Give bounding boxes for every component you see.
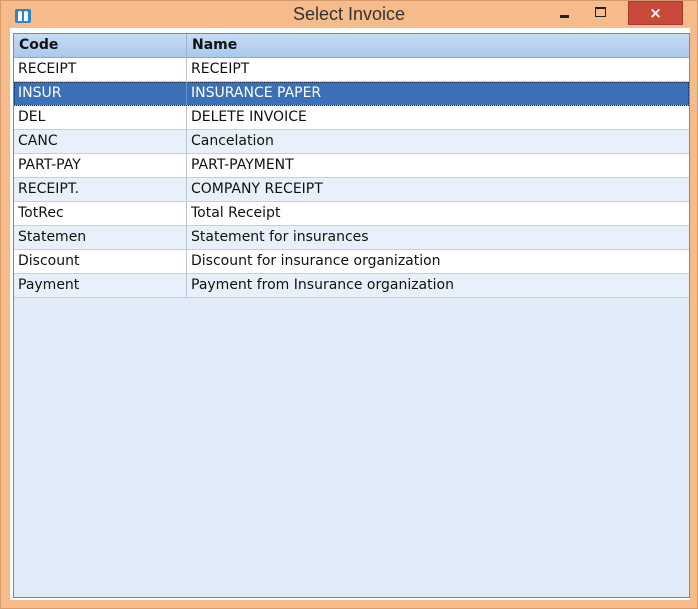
select-invoice-window: Select Invoice × Code Name RECEIPT RECEIP… (0, 0, 698, 609)
cell-code: CANC (14, 130, 187, 153)
cell-code: PART-PAY (14, 154, 187, 177)
maximize-button[interactable] (588, 1, 614, 23)
cell-name: COMPANY RECEIPT (191, 181, 323, 197)
column-header-code[interactable]: Code (14, 34, 187, 57)
app-icon[interactable] (15, 9, 31, 23)
table-row[interactable]: INSUR INSURANCE PAPER (14, 82, 689, 106)
minimize-icon (560, 15, 569, 18)
cell-code: RECEIPT (14, 58, 187, 81)
cell-name: PART-PAYMENT (191, 157, 294, 173)
table-row[interactable]: PART-PAY PART-PAYMENT (14, 154, 689, 178)
cell-name: Cancelation (191, 133, 274, 149)
table-row[interactable]: Discount Discount for insurance organizat… (14, 250, 689, 274)
table-row[interactable]: TotRec Total Receipt (14, 202, 689, 226)
table-body: RECEIPT RECEIPT INSUR INSURANCE PAPER DEL DEL… (14, 58, 689, 298)
cell-code: RECEIPT. (14, 178, 187, 201)
cell-name: RECEIPT (191, 61, 250, 77)
minimize-button[interactable] (552, 1, 578, 23)
cell-name: DELETE INVOICE (191, 109, 307, 125)
table-row[interactable]: Payment Payment from Insurance organizati… (14, 274, 689, 298)
cell-code: INSUR (14, 82, 187, 105)
cell-name: Payment from Insurance organization (191, 277, 454, 293)
column-header-name[interactable]: Name (187, 34, 689, 57)
table-row[interactable]: RECEIPT. COMPANY RECEIPT (14, 178, 689, 202)
cell-code: DEL (14, 106, 187, 129)
close-button[interactable]: × (628, 1, 683, 25)
maximize-icon (595, 7, 606, 17)
cell-name: INSURANCE PAPER (191, 85, 322, 101)
cell-code: Payment (14, 274, 187, 297)
table-row[interactable]: RECEIPT RECEIPT (14, 58, 689, 82)
cell-code: Statemen (14, 226, 187, 249)
cell-code: TotRec (14, 202, 187, 225)
close-icon: × (649, 4, 662, 22)
table-row[interactable]: DEL DELETE INVOICE (14, 106, 689, 130)
cell-name: Discount for insurance organization (191, 253, 441, 269)
cell-name: Statement for insurances (191, 229, 369, 245)
cell-code: Discount (14, 250, 187, 273)
table-row[interactable]: CANC Cancelation (14, 130, 689, 154)
invoice-table[interactable]: Code Name RECEIPT RECEIPT INSUR INSURANCE P… (13, 33, 690, 598)
title-bar[interactable]: Select Invoice × (1, 1, 697, 28)
cell-name: Total Receipt (191, 205, 281, 221)
table-header: Code Name (14, 34, 689, 58)
table-row[interactable]: Statemen Statement for insurances (14, 226, 689, 250)
